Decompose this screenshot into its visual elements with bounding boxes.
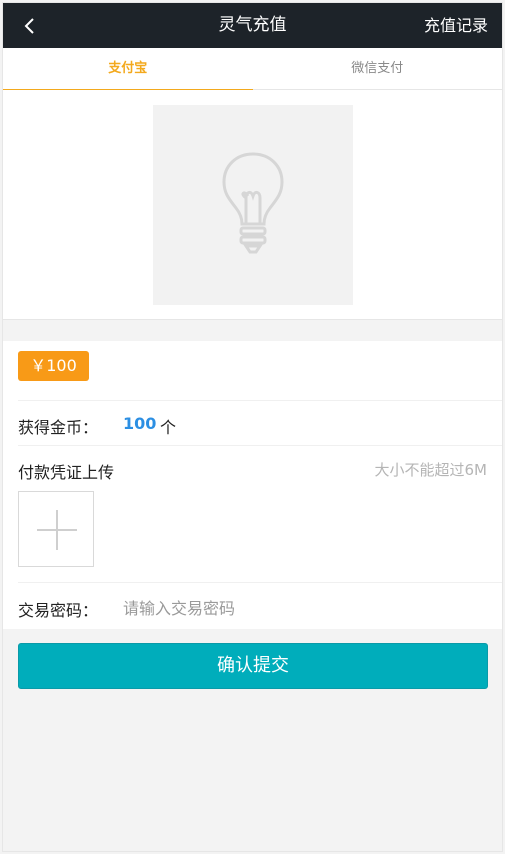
plus-icon	[37, 510, 77, 550]
trade-password-input[interactable]	[123, 593, 463, 623]
divider	[18, 400, 502, 401]
coins-value: 100	[123, 414, 157, 433]
upload-size-hint: 大小不能超过6M	[374, 461, 488, 479]
divider	[18, 582, 502, 583]
submit-button[interactable]: 确认提交	[18, 643, 488, 689]
app-frame: 灵气充值 充值记录 支付宝 微信支付 ￥100 获得金币： 100 个 付款凭证…	[2, 2, 503, 852]
payment-tabs: 支付宝 微信支付	[3, 48, 503, 91]
qr-section	[3, 90, 502, 320]
amount-option-100[interactable]: ￥100	[18, 351, 89, 381]
coins-label: 获得金币：	[18, 418, 99, 437]
upload-label: 付款凭证上传	[18, 463, 115, 482]
recharge-form: ￥100 获得金币： 100 个 付款凭证上传 大小不能超过6M 交易密码：	[3, 341, 502, 629]
top-bar: 灵气充值 充值记录	[3, 3, 502, 48]
divider	[18, 445, 502, 446]
upload-receipt-button[interactable]	[18, 491, 94, 567]
tab-alipay[interactable]: 支付宝	[3, 48, 253, 91]
tab-wechat-pay[interactable]: 微信支付	[253, 48, 503, 90]
password-label: 交易密码：	[18, 601, 99, 620]
coins-unit: 个	[160, 418, 177, 437]
lightbulb-icon	[222, 152, 284, 254]
qr-code-placeholder	[153, 105, 353, 305]
recharge-history-link[interactable]: 充值记录	[424, 3, 488, 48]
